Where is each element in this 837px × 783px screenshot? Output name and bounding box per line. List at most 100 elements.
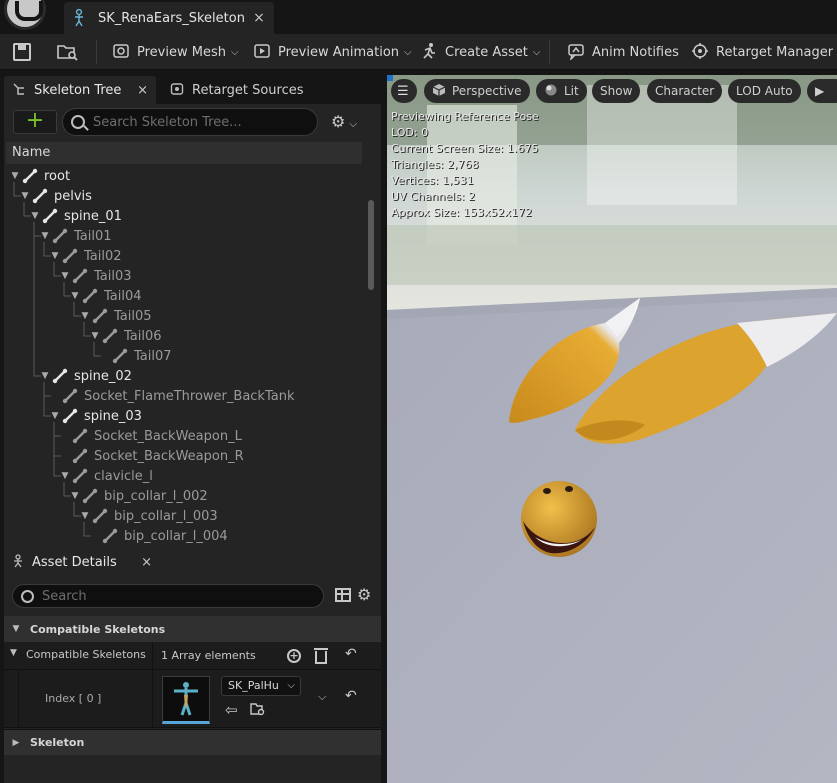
bone-icon (102, 528, 118, 544)
tree-scrollbar[interactable] (368, 200, 374, 290)
table-view-icon[interactable] (335, 588, 351, 602)
category-compatible-skeletons[interactable]: ▼ Compatible Skeletons (4, 616, 381, 642)
asset-picker-dropdown[interactable]: SK_PalHu ⌵ (221, 676, 301, 696)
add-element-icon[interactable]: + (287, 649, 301, 663)
tree-row[interactable]: Socket_BackWeapon_L (60, 426, 242, 446)
settings-dropdown[interactable]: ⚙ ⌵ (331, 112, 357, 131)
tab-retarget-sources[interactable]: Retarget Sources (162, 76, 312, 104)
document-tab-title: SK_RenaEars_Skeleton (98, 10, 245, 26)
gear-icon[interactable]: ⚙ (357, 585, 371, 604)
lit-label: Lit (564, 84, 579, 98)
character-button[interactable]: Character (647, 79, 723, 103)
tree-row[interactable]: ▼ clavicle_l (60, 466, 153, 486)
chevron-down-icon: ⌵ (287, 680, 295, 691)
reset-to-default-icon[interactable]: ↶ (345, 688, 357, 704)
chevron-down-icon[interactable]: ⌵ (318, 690, 326, 704)
panel-tabs: Skeleton Tree × Retarget Sources (0, 76, 383, 104)
tree-row[interactable]: ▼ Tail06 (90, 326, 162, 346)
tree-row[interactable]: ▼ bip_collar_l_003 (80, 506, 218, 526)
preview-animation-button[interactable]: Preview Animation ⌵ (252, 34, 412, 70)
preview-mesh-button[interactable]: Preview Mesh ⌵ (111, 34, 239, 70)
tree-row[interactable]: bip_collar_l_004 (90, 526, 228, 546)
category-skeleton[interactable]: ▶ Skeleton (4, 729, 381, 755)
left-panel: Skeleton Tree × Retarget Sources + ⚙⌵ Na… (0, 72, 383, 783)
bone-name: clavicle_l (94, 468, 153, 484)
tree-row[interactable]: ▼ spine_03 (50, 406, 142, 426)
expand-arrow-icon[interactable]: ▼ (60, 271, 70, 281)
tree-row[interactable]: ▼ root (10, 166, 71, 186)
anim-notifies-button[interactable]: Anim Notifies (566, 34, 679, 70)
skeleton-search-input[interactable] (93, 114, 293, 130)
create-asset-button[interactable]: Create Asset ⌵ (419, 34, 540, 70)
character-label: Character (655, 84, 715, 98)
use-selected-icon[interactable]: ⇦ (225, 701, 238, 719)
tree-row[interactable]: ▼ bip_collar_l_002 (70, 486, 208, 506)
tree-row[interactable]: ▼ Tail02 (50, 246, 122, 266)
tree-row[interactable]: Socket_FlameThrower_BackTank (50, 386, 294, 406)
bone-icon (92, 508, 108, 524)
save-icon[interactable] (13, 43, 31, 61)
bone-name: Tail01 (74, 228, 112, 244)
expand-arrow-icon[interactable]: ▼ (50, 251, 60, 261)
viewport-toolbar: ☰ Perspective Lit Show Character LOD Aut… (387, 77, 837, 105)
bone-name: Tail02 (84, 248, 122, 264)
expand-arrow-icon[interactable]: ▼ (60, 471, 70, 481)
lit-mode-button[interactable]: Lit (536, 79, 587, 103)
tree-row[interactable]: ▼ pelvis (20, 186, 92, 206)
tree-row[interactable]: Tail07 (100, 346, 172, 366)
expand-arrow-icon[interactable]: ▼ (50, 411, 60, 421)
expand-arrow-icon[interactable]: ▼ (10, 171, 20, 181)
stat-line: Triangles: 2,768 (391, 158, 479, 171)
skeleton-search-field[interactable] (62, 108, 318, 136)
asset-details-icon (12, 553, 24, 571)
gear-icon: ⚙ (331, 112, 346, 131)
expand-arrow-icon[interactable]: ▼ (40, 231, 50, 241)
chevron-down-icon: ⌵ (404, 46, 412, 58)
browse-folder-icon[interactable] (57, 42, 79, 62)
expand-arrow-icon[interactable]: ▼ (70, 491, 80, 501)
expand-arrow-icon[interactable]: ▼ (80, 311, 90, 321)
tree-row[interactable]: ▼ Tail05 (80, 306, 152, 326)
perspective-button[interactable]: Perspective (424, 79, 530, 103)
retarget-manager-button[interactable]: Retarget Manager (690, 34, 833, 70)
unreal-logo-icon[interactable] (4, 0, 46, 30)
tab-asset-details[interactable]: Asset Details × (4, 548, 160, 576)
add-button[interactable]: + (13, 110, 57, 134)
preview-viewport[interactable]: ☰ Perspective Lit Show Character LOD Aut… (387, 75, 837, 783)
viewport-focus-marker (387, 75, 393, 81)
column-header-name[interactable]: Name (6, 142, 362, 164)
tree-row[interactable]: ▼ spine_02 (40, 366, 132, 386)
expand-arrow-icon[interactable]: ▼ (90, 331, 100, 341)
collapse-arrow-icon[interactable]: ▼ (10, 648, 17, 658)
tree-row[interactable]: ▼ Tail03 (60, 266, 132, 286)
trash-icon[interactable] (314, 648, 328, 664)
bone-icon (52, 228, 68, 244)
create-asset-label: Create Asset (445, 44, 528, 60)
expand-arrow-icon[interactable]: ▼ (80, 511, 90, 521)
expand-arrow-icon[interactable]: ▼ (20, 191, 30, 201)
tree-row[interactable]: Socket_BackWeapon_R (60, 446, 244, 466)
close-icon[interactable]: × (137, 83, 148, 98)
asset-thumbnail[interactable] (162, 676, 210, 724)
bone-name: root (44, 168, 71, 184)
tree-row[interactable]: ▼ spine_01 (30, 206, 122, 226)
expand-arrow-icon[interactable]: ▼ (70, 291, 80, 301)
stat-line: UV Channels: 2 (391, 190, 476, 203)
viewport-menu-button[interactable]: ☰ (391, 79, 417, 103)
browse-asset-icon[interactable] (250, 701, 266, 717)
details-search-field[interactable] (12, 584, 324, 608)
details-search-input[interactable] (42, 588, 302, 604)
tree-row[interactable]: ▼ Tail01 (40, 226, 112, 246)
close-icon[interactable]: × (141, 555, 152, 570)
lod-button[interactable]: LOD Auto (728, 79, 801, 103)
close-icon[interactable]: × (252, 10, 266, 26)
expand-arrow-icon[interactable]: ▼ (30, 211, 40, 221)
tab-skeleton-tree[interactable]: Skeleton Tree × (4, 76, 156, 104)
reset-to-default-icon[interactable]: ↶ (345, 646, 357, 662)
document-tab[interactable]: SK_RenaEars_Skeleton × (64, 2, 274, 34)
show-button[interactable]: Show (592, 79, 641, 103)
tree-row[interactable]: ▼ Tail04 (70, 286, 142, 306)
expand-arrow-icon[interactable]: ▼ (40, 371, 50, 381)
perspective-label: Perspective (452, 84, 522, 98)
play-button[interactable]: ▶ (807, 79, 837, 103)
